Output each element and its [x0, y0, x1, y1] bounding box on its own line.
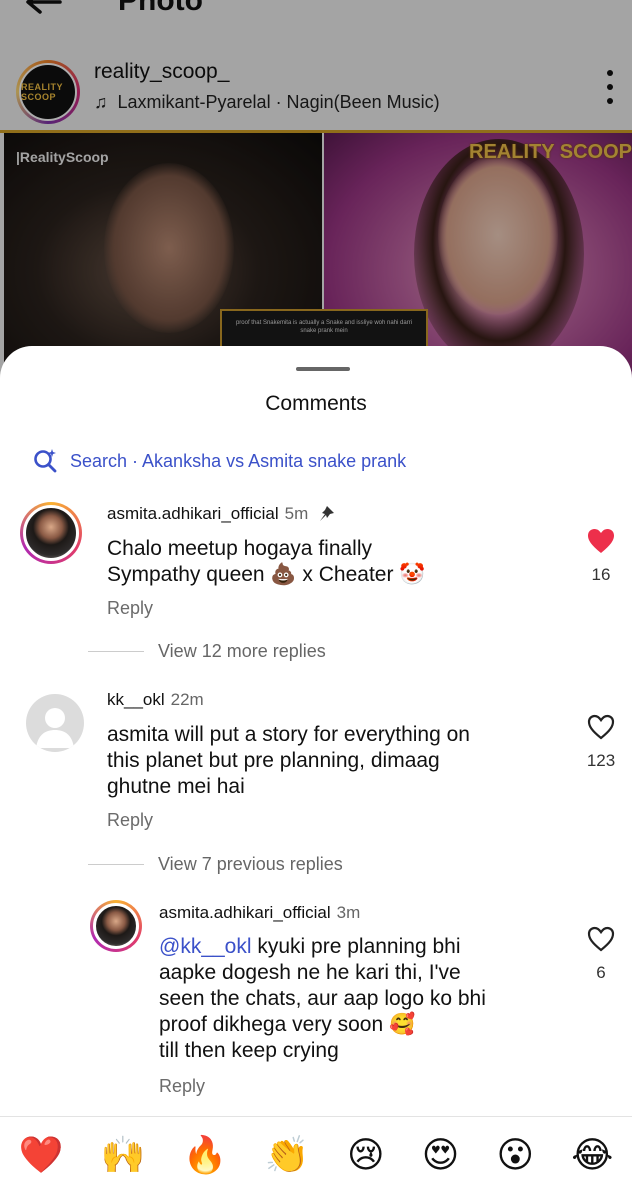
heart-filled-icon[interactable]	[587, 528, 615, 554]
like-column: 6	[576, 926, 626, 983]
comment-username[interactable]: kk__okl 22m	[107, 690, 204, 710]
reply-button[interactable]: Reply	[159, 1076, 205, 1097]
emoji-heart-icon[interactable]: ❤️	[19, 1136, 64, 1176]
search-label: Search · Akanksha vs Asmita snake prank	[70, 450, 407, 471]
view-previous-replies[interactable]: View 7 previous replies	[88, 854, 343, 875]
reply-button[interactable]: Reply	[107, 598, 153, 619]
like-column: 123	[576, 714, 626, 771]
emoji-raised-hands-icon[interactable]: 🙌	[101, 1136, 146, 1176]
comments-sheet: Comments Search · Akanksha vs Asmita sna…	[0, 346, 632, 1199]
reply-button[interactable]: Reply	[107, 810, 153, 831]
search-suggestion[interactable]: Search · Akanksha vs Asmita snake prank	[32, 448, 406, 474]
emoji-clap-icon[interactable]: 👏	[265, 1136, 310, 1176]
quick-emoji-bar: ❤️ 🙌 🔥 👏 😢 😍 😮 😂	[0, 1126, 632, 1186]
reply-username[interactable]: asmita.adhikari_official 3m	[159, 903, 360, 923]
comment-text: Chalo meetup hogaya finally Sympathy que…	[107, 537, 426, 586]
comment-time: 22m	[170, 690, 204, 709]
comment-time: 5m	[284, 504, 309, 523]
dim-overlay[interactable]	[0, 0, 632, 380]
pin-icon	[320, 506, 335, 521]
emoji-wow-icon[interactable]: 😮	[497, 1136, 535, 1176]
comment-username[interactable]: asmita.adhikari_official 5m	[107, 504, 337, 524]
avatar[interactable]	[20, 502, 82, 564]
like-column: 16	[576, 528, 626, 585]
search-sparkle-icon	[34, 449, 57, 473]
like-count: 16	[591, 565, 611, 584]
drag-handle[interactable]	[296, 367, 350, 371]
emoji-sad-icon[interactable]: 😢	[347, 1136, 385, 1176]
emoji-laugh-icon[interactable]: 😂	[571, 1136, 613, 1176]
view-more-replies[interactable]: View 12 more replies	[88, 641, 326, 662]
comment-text: asmita will put a story for everything o…	[107, 723, 470, 798]
post-background: Photo REALITY SCOOP reality_scoop_ ♫ Lax…	[0, 0, 632, 383]
heart-outline-icon[interactable]	[587, 926, 615, 952]
heart-outline-icon[interactable]	[587, 714, 615, 740]
emoji-heart-eyes-icon[interactable]: 😍	[422, 1136, 460, 1176]
divider	[0, 1116, 632, 1117]
avatar[interactable]	[90, 900, 142, 952]
like-count: 6	[596, 963, 606, 982]
emoji-fire-icon[interactable]: 🔥	[183, 1136, 228, 1176]
default-avatar-icon[interactable]	[26, 694, 84, 752]
reply-text: @kk__okl kyuki pre planning bhi aapke do…	[159, 935, 486, 1062]
reply-time: 3m	[336, 903, 361, 922]
mention-link[interactable]: @kk__okl	[159, 935, 252, 958]
sheet-title: Comments	[265, 392, 367, 415]
like-count: 123	[586, 751, 616, 770]
